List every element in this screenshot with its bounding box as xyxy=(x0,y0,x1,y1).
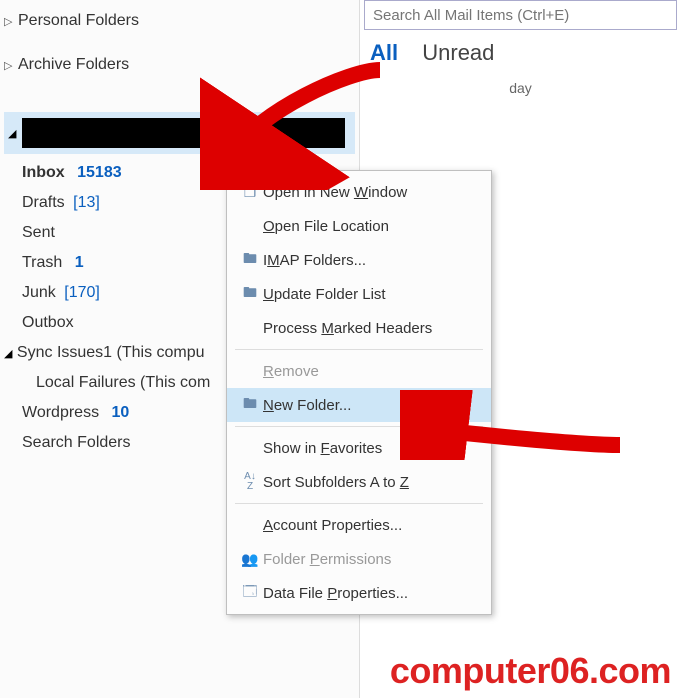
folder-label: Drafts xyxy=(22,194,65,211)
menu-account-properties[interactable]: Account Properties... xyxy=(227,508,491,542)
folder-label: Wordpress xyxy=(22,404,99,421)
account-name-redacted xyxy=(22,118,345,148)
folder-label: Junk xyxy=(22,284,56,301)
item-count: [170] xyxy=(64,284,100,301)
menu-show-in-favorites[interactable]: Show in Favorites xyxy=(227,431,491,465)
folder-label: Outbox xyxy=(22,314,74,331)
folder-label: Archive Folders xyxy=(18,56,129,74)
folder-label: Sent xyxy=(22,224,55,241)
folder-archive[interactable]: ▷ Archive Folders xyxy=(0,50,359,80)
menu-separator xyxy=(235,503,483,504)
folder-label: Personal Folders xyxy=(18,12,139,30)
menu-update-folder-list[interactable]: 🖿 Update Folder List xyxy=(227,277,491,311)
unread-count: 10 xyxy=(112,404,130,421)
menu-open-new-window[interactable]: ❐ Open in New Window xyxy=(227,175,491,209)
menu-data-file-properties[interactable]: 🗔 Data File Properties... xyxy=(227,576,491,610)
folder-label: Search Folders xyxy=(22,434,131,451)
menu-remove: Remove xyxy=(227,354,491,388)
folder-icon: 🖿 xyxy=(237,393,263,417)
folder-label: Sync Issues1 (This compu xyxy=(17,344,205,361)
menu-imap-folders[interactable]: 🖿 IMAP Folders... xyxy=(227,243,491,277)
chevron-right-icon: ▷ xyxy=(4,15,18,28)
folder-personal[interactable]: ▷ Personal Folders xyxy=(0,6,359,36)
folder-label: Local Failures (This com xyxy=(36,374,210,391)
unread-count: 15183 xyxy=(77,164,122,181)
item-count: [13] xyxy=(73,194,100,211)
menu-open-file-location[interactable]: Open File Location xyxy=(227,209,491,243)
menu-folder-permissions: 👥 Folder Permissions xyxy=(227,542,491,576)
filter-bar: All Unread xyxy=(370,40,494,66)
menu-separator xyxy=(235,349,483,350)
group-today: day xyxy=(509,80,532,96)
window-icon: ❐ xyxy=(237,184,263,201)
filter-all[interactable]: All xyxy=(370,40,398,65)
account-root[interactable]: ◢ xyxy=(4,112,355,154)
unread-count: 1 xyxy=(75,254,84,271)
people-icon: 👥 xyxy=(237,551,263,568)
menu-new-folder[interactable]: 🖿 New Folder... xyxy=(227,388,491,422)
folder-label: Trash xyxy=(22,254,62,271)
folder-label: Inbox xyxy=(22,164,65,181)
menu-process-marked-headers[interactable]: Process Marked Headers xyxy=(227,311,491,345)
search-input[interactable] xyxy=(364,0,677,30)
menu-sort-a-z[interactable]: A↓Z Sort Subfolders A to Z xyxy=(227,465,491,499)
filter-unread[interactable]: Unread xyxy=(422,40,494,65)
chevron-right-icon: ▷ xyxy=(4,59,18,72)
context-menu: ❐ Open in New Window Open File Location … xyxy=(226,170,492,615)
sort-az-icon: A↓Z xyxy=(237,472,263,492)
folder-list-icon: 🖿 xyxy=(237,282,263,306)
menu-separator xyxy=(235,426,483,427)
folder-gear-icon: 🖿 xyxy=(237,248,263,272)
props-icon: 🗔 xyxy=(237,581,263,605)
chevron-down-icon: ◢ xyxy=(4,348,12,360)
chevron-down-icon: ◢ xyxy=(8,127,22,140)
